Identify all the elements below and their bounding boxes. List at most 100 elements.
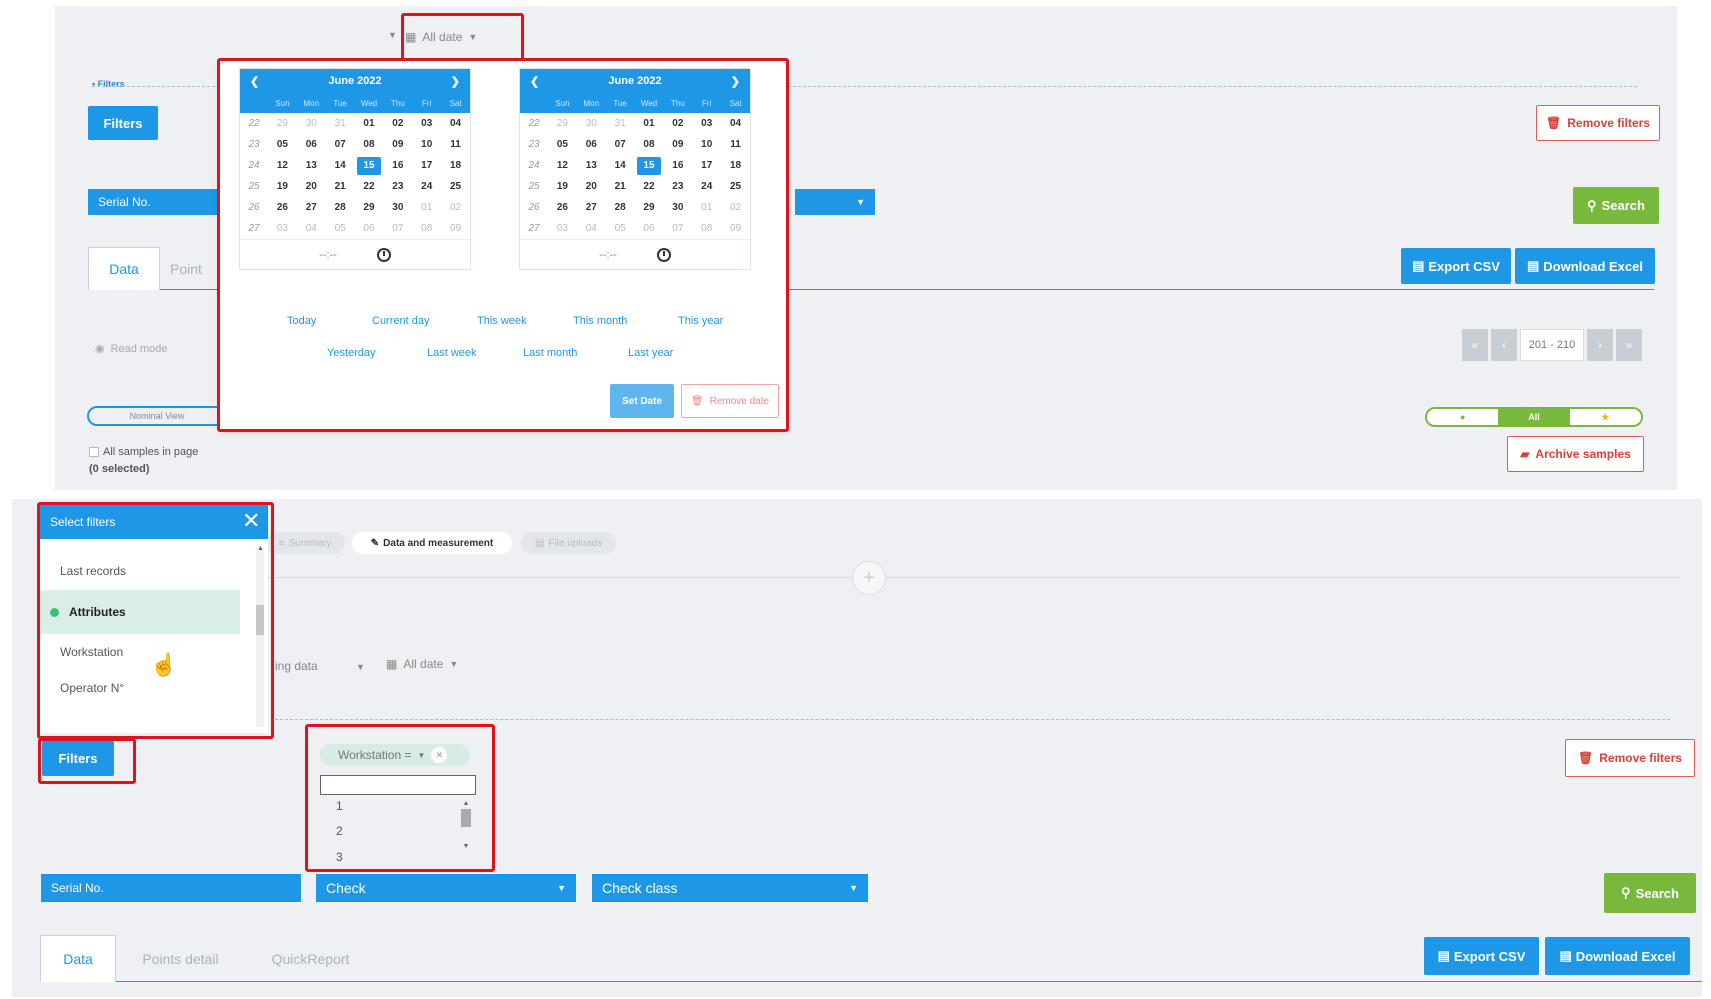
close-icon[interactable]: ✕ bbox=[431, 747, 448, 763]
bottom-date-dropdown[interactable]: ▦ All date ▼ bbox=[386, 657, 458, 671]
pill-summary[interactable]: ≡ Summary bbox=[265, 532, 345, 554]
calendar-day[interactable]: 02 bbox=[663, 113, 692, 134]
last-page-button[interactable]: » bbox=[1616, 329, 1642, 361]
calendar-day[interactable]: 06 bbox=[635, 218, 664, 239]
calendar-day[interactable]: 03 bbox=[412, 113, 441, 134]
calendar-day[interactable]: 14 bbox=[326, 155, 355, 176]
serial-no-field[interactable]: Serial No. bbox=[88, 189, 218, 215]
calendar-day[interactable]: 07 bbox=[383, 218, 412, 239]
calendar-day[interactable]: 07 bbox=[663, 218, 692, 239]
time-input[interactable]: --:-- bbox=[599, 249, 617, 261]
quick-last-week[interactable]: Last week bbox=[427, 347, 477, 359]
calendar-day[interactable]: 20 bbox=[297, 176, 326, 197]
first-page-button[interactable]: « bbox=[1462, 329, 1488, 361]
quick-this-month[interactable]: This month bbox=[573, 315, 627, 327]
download-excel-button[interactable]: ▤ Download Excel bbox=[1515, 248, 1655, 284]
all-samples-checkbox-row[interactable]: All samples in page bbox=[89, 446, 198, 458]
scroll-thumb[interactable] bbox=[461, 809, 471, 827]
calendar-day[interactable]: 26 bbox=[548, 197, 577, 218]
calendar-day[interactable]: 08 bbox=[355, 134, 384, 155]
calendar-day[interactable]: 04 bbox=[577, 218, 606, 239]
calendar-day[interactable]: 01 bbox=[692, 197, 721, 218]
calendar-day[interactable]: 28 bbox=[326, 197, 355, 218]
chevron-down-icon[interactable]: ▼ bbox=[356, 662, 365, 672]
calendar-day[interactable]: 06 bbox=[577, 134, 606, 155]
segment-left[interactable]: ● bbox=[1427, 409, 1499, 425]
menu-item-attributes[interactable]: Attributes bbox=[40, 590, 240, 634]
tab-points[interactable]: Point bbox=[170, 247, 220, 290]
calendar-day[interactable]: 02 bbox=[721, 197, 750, 218]
pill-data-and-measurement[interactable]: ✎ Data and measurement bbox=[352, 532, 512, 554]
next-month-icon[interactable]: ❯ bbox=[451, 75, 460, 88]
calendar-day[interactable]: 19 bbox=[548, 176, 577, 197]
scroll-down-icon[interactable]: ▼ bbox=[463, 843, 470, 850]
calendar-day[interactable]: 31 bbox=[326, 113, 355, 134]
quick-last-month[interactable]: Last month bbox=[523, 347, 577, 359]
bottom-filters-button[interactable]: Filters bbox=[42, 740, 114, 776]
calendar-day[interactable]: 20 bbox=[577, 176, 606, 197]
menu-scrollbar[interactable] bbox=[256, 547, 264, 727]
segment-all[interactable]: All bbox=[1498, 409, 1570, 425]
calendar-day[interactable]: 01 bbox=[412, 197, 441, 218]
calendar-day[interactable]: 29 bbox=[268, 113, 297, 134]
calendar-day[interactable]: 05 bbox=[326, 218, 355, 239]
calendar-day[interactable]: 03 bbox=[692, 113, 721, 134]
calendar-day[interactable]: 12 bbox=[548, 155, 577, 176]
next-page-button[interactable]: › bbox=[1587, 329, 1613, 361]
calendar-day[interactable]: 03 bbox=[268, 218, 297, 239]
calendar-day[interactable]: 09 bbox=[663, 134, 692, 155]
tab-data[interactable]: Data bbox=[88, 247, 160, 290]
calendar-day[interactable]: 29 bbox=[355, 197, 384, 218]
calendar-day[interactable]: 08 bbox=[412, 218, 441, 239]
calendar-day[interactable]: 28 bbox=[606, 197, 635, 218]
pill-file-uploads[interactable]: ▤ File uploads bbox=[521, 532, 616, 554]
remove-filters-button[interactable]: 🗑 Remove filters bbox=[1536, 105, 1660, 141]
clock-icon[interactable] bbox=[376, 247, 391, 262]
calendar-day[interactable]: 05 bbox=[548, 134, 577, 155]
calendar-day[interactable]: 30 bbox=[663, 197, 692, 218]
calendar-day[interactable]: 25 bbox=[441, 176, 470, 197]
calendar-day[interactable]: 23 bbox=[383, 176, 412, 197]
calendar-day[interactable]: 30 bbox=[383, 197, 412, 218]
selected-day[interactable]: 15 bbox=[636, 156, 661, 175]
search-button[interactable]: ⚲ Search bbox=[1573, 187, 1659, 224]
read-mode-toggle[interactable]: ◉ Read mode bbox=[95, 342, 167, 356]
calendar-day[interactable]: 16 bbox=[383, 155, 412, 176]
top-date-dropdown[interactable]: ▦ All date ▼ bbox=[405, 24, 515, 50]
bottom-remove-filters-button[interactable]: 🗑 Remove filters bbox=[1565, 739, 1695, 777]
prev-month-icon[interactable]: ❮ bbox=[530, 75, 539, 88]
calendar-day[interactable]: 09 bbox=[383, 134, 412, 155]
calendar-day[interactable]: 30 bbox=[577, 113, 606, 134]
quick-this-week[interactable]: This week bbox=[477, 315, 527, 327]
selected-day[interactable]: 15 bbox=[356, 156, 381, 175]
calendar-day[interactable]: 13 bbox=[297, 155, 326, 176]
prev-month-icon[interactable]: ❮ bbox=[250, 75, 259, 88]
calendar-day[interactable]: 11 bbox=[441, 134, 470, 155]
calendar-day[interactable]: 06 bbox=[297, 134, 326, 155]
quick-current-day[interactable]: Current day bbox=[372, 315, 429, 327]
prev-page-button[interactable]: ‹ bbox=[1491, 329, 1517, 361]
calendar-day[interactable]: 01 bbox=[355, 113, 384, 134]
menu-item-last-records[interactable]: Last records bbox=[40, 553, 240, 589]
calendar-day[interactable]: 18 bbox=[721, 155, 750, 176]
calendar-day[interactable]: 13 bbox=[577, 155, 606, 176]
calendar-day[interactable]: 22 bbox=[635, 176, 664, 197]
quick-last-year[interactable]: Last year bbox=[628, 347, 673, 359]
calendar-day[interactable]: 25 bbox=[721, 176, 750, 197]
calendar-day[interactable]: 03 bbox=[548, 218, 577, 239]
calendar-day[interactable]: 17 bbox=[692, 155, 721, 176]
check-select[interactable]: Check ▼ bbox=[316, 874, 576, 902]
menu-item-workstation[interactable]: Workstation bbox=[40, 634, 240, 670]
calendar-day[interactable]: 07 bbox=[326, 134, 355, 155]
calendar-day[interactable]: 12 bbox=[268, 155, 297, 176]
menu-item-operator[interactable]: Operator N° bbox=[40, 670, 240, 706]
add-circle-button[interactable]: + bbox=[852, 561, 886, 595]
calendar-day[interactable]: 18 bbox=[441, 155, 470, 176]
calendar-day[interactable]: 04 bbox=[297, 218, 326, 239]
calendar-day[interactable]: 10 bbox=[412, 134, 441, 155]
set-date-button[interactable]: Set Date bbox=[610, 384, 674, 418]
chevron-down-icon[interactable]: ▼ bbox=[388, 30, 397, 40]
calendar-day[interactable]: 08 bbox=[635, 134, 664, 155]
bottom-export-csv-button[interactable]: ▤ Export CSV bbox=[1424, 937, 1539, 975]
calendar-day[interactable]: 10 bbox=[692, 134, 721, 155]
